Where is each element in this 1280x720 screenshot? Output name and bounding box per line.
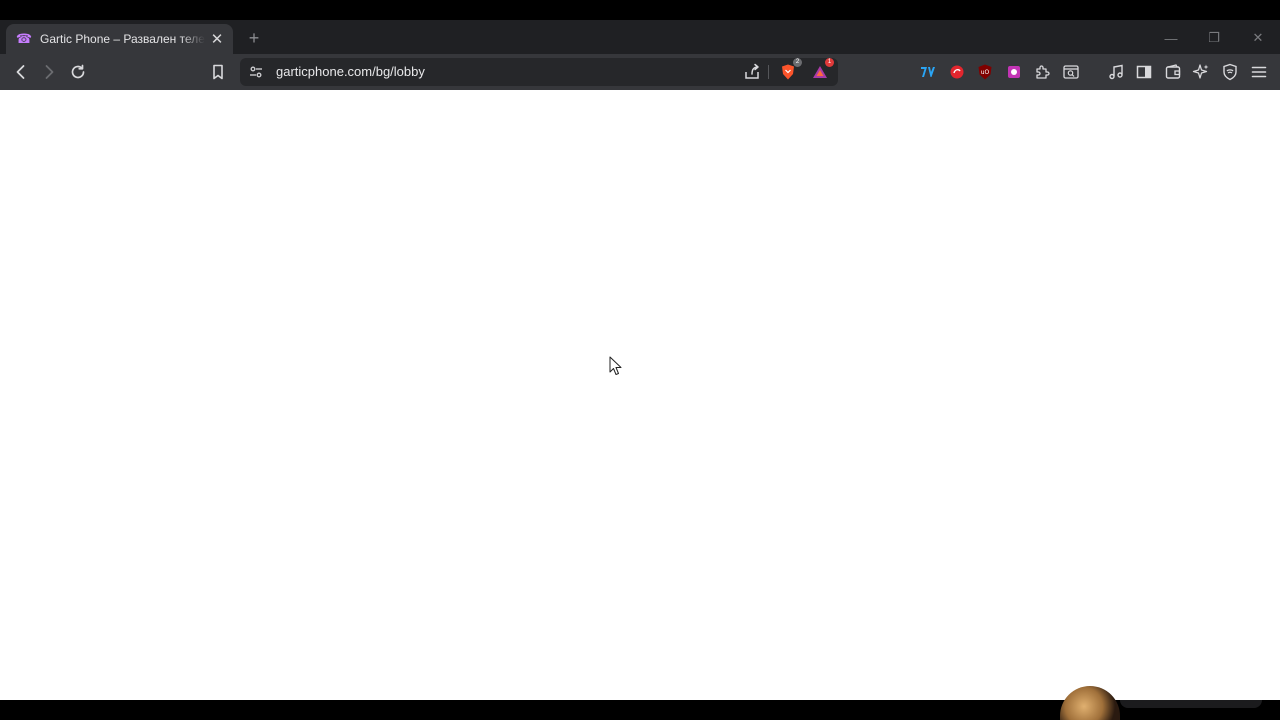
svg-text:uO: uO [981,69,990,76]
share-icon [745,63,759,79]
sparkle-icon [1192,64,1209,79]
new-tab-button[interactable]: + [244,28,264,48]
forward-button[interactable] [37,60,61,84]
seven-tv-icon [921,67,935,77]
restore-button[interactable]: ❐ [1200,28,1228,48]
seven-tv-extension-button[interactable] [916,60,940,84]
media-button[interactable] [1104,60,1128,84]
vpn-button[interactable] [1218,60,1242,84]
hamburger-menu-icon [1251,66,1267,78]
reload-button[interactable] [66,60,90,84]
rewards-count-badge: 1 [825,58,834,67]
bookmark-icon [213,64,223,80]
mouse-cursor-icon [609,356,622,375]
search-page-button[interactable] [1059,60,1083,84]
url-divider [768,65,769,79]
extensions-button[interactable] [1030,60,1054,84]
telephone-icon: ☎ [15,31,33,46]
sidebar-button[interactable] [1132,60,1156,84]
tab-bar: ☎ Gartic Phone – Развален телефон ✕ + — … [0,20,1280,54]
brave-shields-button[interactable]: 2 [776,58,802,84]
leo-ai-button[interactable] [1189,60,1213,84]
browser-tab[interactable]: ☎ Gartic Phone – Развален телефон ✕ [6,24,233,54]
wallet-icon [1165,64,1181,79]
tab-title: Gartic Phone – Развален телефон [40,32,205,46]
tune-icon [250,66,262,78]
reload-icon [71,64,85,79]
close-tab-icon[interactable]: ✕ [209,31,225,48]
music-note-icon [1109,64,1123,80]
back-button[interactable] [9,60,33,84]
shield-icon [1223,63,1237,81]
ublock-origin-icon: uO [978,64,992,80]
purple-extension-button[interactable] [1002,60,1026,84]
share-button[interactable] [740,60,764,84]
window-search-icon [1063,65,1079,79]
site-settings-button[interactable] [244,60,268,84]
chevron-left-icon [16,65,25,79]
overlay-panel [1120,700,1262,708]
chevron-right-icon [45,65,54,79]
brave-rewards-button[interactable]: 1 [808,58,834,84]
address-bar[interactable]: garticphone.com/bg/lobby 2 1 [240,58,838,86]
puzzle-icon [1036,65,1050,79]
minimize-button[interactable]: — [1157,28,1185,48]
browser-toolbar: garticphone.com/bg/lobby 2 1 uO [0,54,1280,90]
red-circle-extension-button[interactable] [945,60,969,84]
menu-button[interactable] [1247,60,1271,84]
sidebar-icon [1136,65,1152,79]
purple-extension-icon [1008,66,1020,78]
shields-count-badge: 2 [793,58,802,67]
wallet-button[interactable] [1161,60,1185,84]
ublock-origin-button[interactable]: uO [973,60,997,84]
red-circle-extension-icon [950,65,964,79]
top-letterbox [0,0,1280,20]
url-text[interactable]: garticphone.com/bg/lobby [276,64,425,79]
page-content [0,90,1280,700]
bookmark-button[interactable] [206,60,230,84]
close-window-button[interactable]: ✕ [1244,28,1272,48]
